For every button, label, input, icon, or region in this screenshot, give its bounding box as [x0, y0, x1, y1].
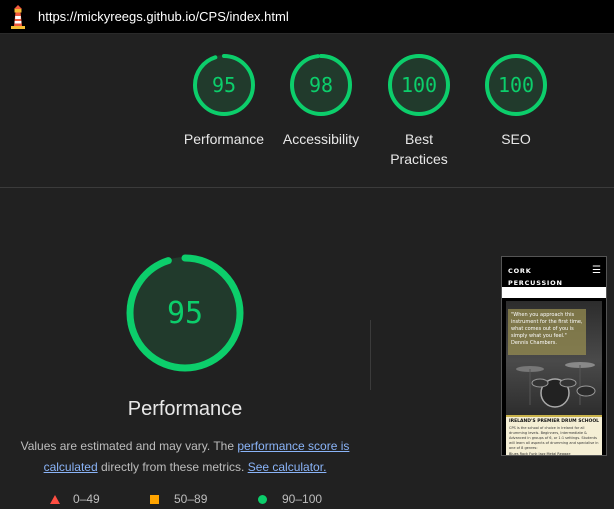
gauge-label: Best Practices: [390, 131, 448, 167]
gauge-value: 100: [498, 73, 534, 97]
square-icon: [150, 494, 159, 504]
gauge-label: SEO: [501, 131, 531, 147]
gauge-ring: 98: [290, 54, 352, 116]
preview-banner-genres: Blues Rock Funk Jazz Metal Reggae: [509, 452, 571, 456]
circle-icon: [258, 494, 267, 504]
gauge-label: Performance: [183, 131, 265, 147]
preview-quote: "When you approach this instrument for t…: [508, 309, 586, 355]
score-legend: 0–49 50–89 90–100: [0, 492, 400, 508]
note-text: Values are estimated and may vary. The: [20, 439, 238, 453]
metrics-note: Values are estimated and may vary. The p…: [20, 436, 350, 478]
gauge-ring: 100: [485, 54, 547, 116]
note-text: directly from these metrics.: [97, 460, 248, 474]
gauge-performance[interactable]: 95 Performance: [174, 52, 274, 149]
gauge-best-practices[interactable]: 100 Best Practices: [369, 52, 469, 169]
score-gauges: 95 Performance 98 Accessibility 100 Best…: [0, 52, 614, 172]
performance-gauge-large: 95: [126, 254, 244, 372]
lighthouse-icon: [11, 4, 25, 29]
performance-score: 95: [167, 296, 203, 331]
legend-range: 0–49: [73, 492, 100, 506]
triangle-icon: [50, 494, 60, 504]
gauge-value: 98: [309, 73, 333, 97]
section-divider: [0, 187, 614, 188]
gauge-value: 95: [212, 73, 236, 97]
preview-banner-text: CPS is the school of choice in Ireland f…: [509, 426, 599, 450]
preview-band: [502, 287, 606, 298]
preview-banner-title: IRELAND'S PREMIER DRUM SCHOOL: [508, 419, 600, 424]
page-url[interactable]: https://mickyreegs.github.io/CPS/index.h…: [38, 9, 289, 24]
legend-average: 50–89: [150, 492, 207, 506]
performance-title: Performance: [127, 398, 243, 420]
legend-range: 90–100: [282, 492, 323, 506]
page-screenshot-preview[interactable]: CORK PERCUSSION SCHOOL ☰ "When you appro…: [501, 256, 607, 456]
legend-pass: 90–100: [258, 492, 322, 506]
legend-fail: 0–49: [50, 492, 100, 506]
gauge-accessibility[interactable]: 98 Accessibility: [271, 52, 371, 149]
gauge-value: 100: [401, 73, 437, 97]
legend-range: 50–89: [174, 492, 208, 506]
vertical-divider: [370, 320, 371, 390]
browser-bar: https://mickyreegs.github.io/CPS/index.h…: [0, 0, 614, 34]
hamburger-icon: ☰: [592, 265, 601, 276]
gauge-ring: 100: [388, 54, 450, 116]
preview-banner: IRELAND'S PREMIER DRUM SCHOOL CPS is the…: [506, 415, 602, 455]
gauge-ring: 95: [193, 54, 255, 116]
drum-kit-image: [516, 362, 596, 408]
gauge-seo[interactable]: 100 SEO: [466, 52, 566, 149]
see-calculator-link[interactable]: See calculator.: [248, 460, 327, 474]
gauge-label: Accessibility: [282, 131, 360, 147]
